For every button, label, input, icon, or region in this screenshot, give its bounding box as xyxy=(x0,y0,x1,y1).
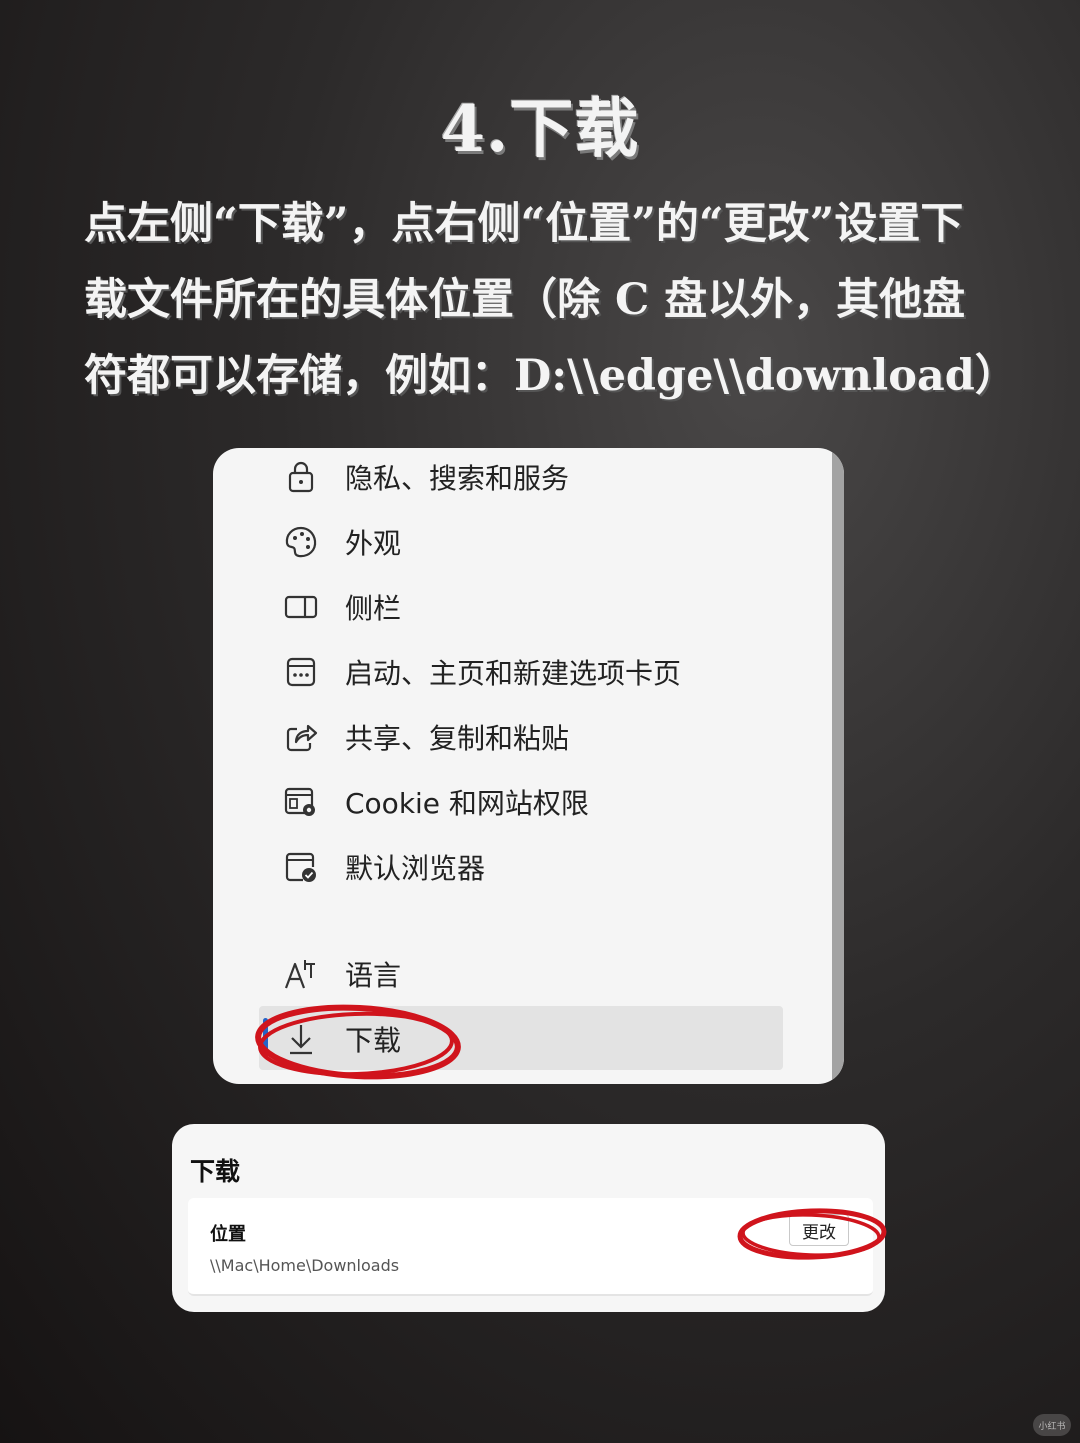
watermark-logo: 小红书 xyxy=(1033,1414,1071,1436)
menu-item-cookies[interactable]: Cookie 和网站权限 xyxy=(283,777,589,827)
menu-item-label: 侧栏 xyxy=(345,592,402,625)
menu-item-sidebar[interactable]: 侧栏 xyxy=(283,582,401,632)
menu-item-downloads[interactable]: 下载 xyxy=(283,1014,401,1064)
location-path: \\Mac\Home\Downloads xyxy=(210,1256,400,1275)
settings-menu: 隐私、搜索和服务 外观 侧栏 启动、主页和新建选项卡页 共享、复制和粘贴 Coo… xyxy=(213,448,844,1084)
download-settings-title: 下载 xyxy=(190,1157,241,1186)
selected-indicator xyxy=(263,1018,268,1058)
menu-item-label: 隐私、搜索和服务 xyxy=(345,462,570,495)
menu-item-language[interactable]: 语言 xyxy=(283,949,401,999)
language-icon xyxy=(284,960,315,989)
page-heading: 4.下载 xyxy=(440,92,640,167)
menu-item-label: Cookie 和网站权限 xyxy=(345,787,589,820)
cookie-permissions-icon xyxy=(284,787,315,816)
menu-item-privacy[interactable]: 隐私、搜索和服务 xyxy=(283,452,569,502)
download-icon xyxy=(290,1025,312,1055)
download-settings-card: 下载 位置 \\Mac\Home\Downloads 更改 xyxy=(172,1124,885,1312)
scrollbar[interactable] xyxy=(832,448,844,1084)
menu-item-label: 下载 xyxy=(345,1024,402,1057)
menu-item-appearance[interactable]: 外观 xyxy=(283,517,401,567)
palette-icon xyxy=(285,526,317,558)
menu-item-label: 启动、主页和新建选项卡页 xyxy=(345,657,682,690)
change-location-button[interactable]: 更改 xyxy=(789,1214,849,1246)
sidebar-icon xyxy=(284,595,318,619)
location-label: 位置 xyxy=(210,1224,246,1245)
download-location-panel: 位置 \\Mac\Home\Downloads 更改 xyxy=(188,1198,873,1296)
menu-item-label: 外观 xyxy=(345,527,402,560)
menu-item-label: 默认浏览器 xyxy=(345,852,486,885)
default-browser-icon xyxy=(285,852,316,882)
menu-item-start-page[interactable]: 启动、主页和新建选项卡页 xyxy=(283,647,681,697)
menu-item-share-copy-paste[interactable]: 共享、复制和粘贴 xyxy=(283,712,569,762)
lock-icon xyxy=(288,461,314,493)
share-icon xyxy=(286,724,318,752)
instruction-text: 点左侧“下载”，点右侧“位置”的“更改”设置下载文件所在的具体位置（除 C 盘以… xyxy=(84,199,1018,401)
start-page-icon xyxy=(286,657,316,687)
menu-item-default-browser[interactable]: 默认浏览器 xyxy=(283,842,485,892)
menu-item-label: 共享、复制和粘贴 xyxy=(345,722,570,755)
menu-item-label: 语言 xyxy=(345,959,402,992)
